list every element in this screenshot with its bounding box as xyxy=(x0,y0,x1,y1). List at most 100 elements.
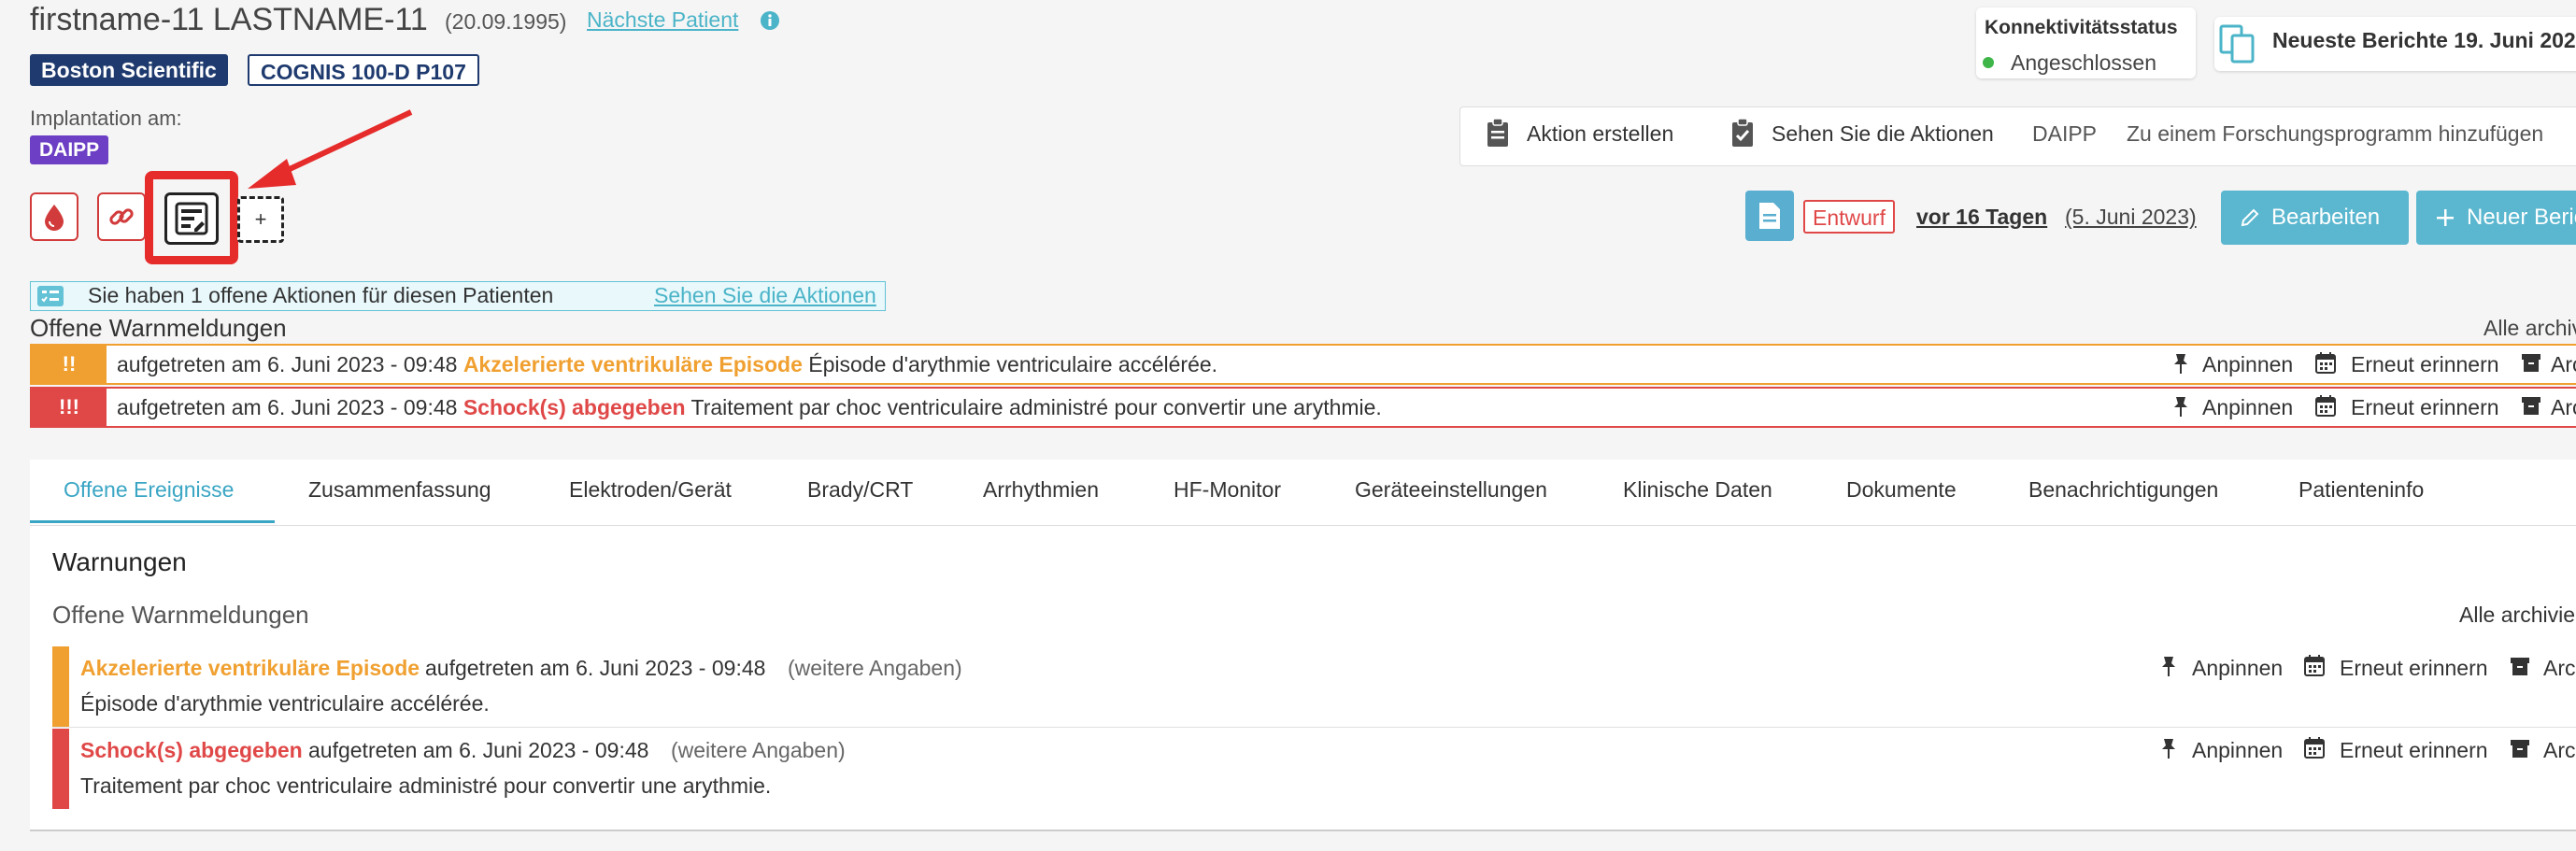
pin-button[interactable]: Anpinnen xyxy=(2202,395,2293,420)
alert-desc: Traitement par choc ventriculaire admini… xyxy=(690,395,1382,419)
pin-button[interactable]: Anpinnen xyxy=(2192,656,2283,681)
clipboard-icon xyxy=(1486,118,1510,148)
calendar-icon xyxy=(2304,736,2325,759)
pencil-icon xyxy=(2240,207,2260,228)
form-edit-icon xyxy=(174,201,209,236)
panel-archive-all-link[interactable]: Alle archivieren xyxy=(2459,603,2576,628)
patient-dob: (20.09.1995) xyxy=(445,9,567,34)
connectivity-status: Angeschlossen xyxy=(2011,50,2156,75)
connected-dot-icon xyxy=(1983,57,1994,68)
report-date-link[interactable]: (5. Juni 2023) xyxy=(2065,205,2197,230)
pin-icon xyxy=(2161,655,2176,677)
patient-name: firstname-11 LASTNAME-11 xyxy=(30,2,428,37)
archive-button[interactable]: Archivieren xyxy=(2543,656,2576,681)
event-divider xyxy=(52,727,2576,728)
edit-button[interactable]: Bearbeiten xyxy=(2221,191,2409,245)
open-actions-link[interactable]: Sehen Sie die Aktionen xyxy=(654,283,876,308)
add-research-program-button[interactable]: Zu einem Forschungsprogramm hinzufügen xyxy=(2127,121,2543,147)
event-desc: Traitement par choc ventriculaire admini… xyxy=(80,773,772,798)
add-button[interactable]: + xyxy=(237,196,284,243)
tab-documents[interactable]: Dokumente xyxy=(1846,477,1957,503)
archive-box-icon xyxy=(2521,352,2541,373)
archive-box-icon xyxy=(2510,738,2530,759)
document-icon xyxy=(1758,201,1782,231)
pin-button[interactable]: Anpinnen xyxy=(2192,738,2283,763)
view-actions-button[interactable]: Sehen Sie die Aktionen xyxy=(1772,121,1994,147)
alert-row-text: aufgetreten am 6. Juni 2023 - 09:48 Scho… xyxy=(117,395,1382,420)
alert-title: Akzelerierte ventrikuläre Episode xyxy=(463,352,803,376)
new-report-button[interactable]: Neuer Bericht xyxy=(2416,191,2576,245)
tab-open-events[interactable]: Offene Ereignisse xyxy=(64,477,234,503)
event-when: aufgetreten am 6. Juni 2023 - 09:48 xyxy=(425,656,766,680)
alerts-heading: Offene Warnmeldungen xyxy=(30,314,287,342)
report-doc-button[interactable] xyxy=(1745,191,1794,241)
clipboard-check-icon xyxy=(1730,118,1755,148)
calendar-icon xyxy=(2315,394,2336,417)
event-title: Akzelerierte ventrikuläre Episode xyxy=(80,656,420,680)
archive-box-icon xyxy=(2510,656,2530,676)
edit-button-label: Bearbeiten xyxy=(2271,205,2381,230)
archive-button[interactable]: Archivieren xyxy=(2543,738,2576,763)
event-when: aufgetreten am 6. Juni 2023 - 09:48 xyxy=(308,738,649,762)
event-desc: Épisode d'arythmie ventriculaire accélér… xyxy=(80,691,490,716)
alert-priority-badge: !! xyxy=(32,346,107,383)
study-badge: DAIPP xyxy=(30,135,109,164)
create-action-button[interactable]: Aktion erstellen xyxy=(1527,121,1673,147)
tab-hf-monitor[interactable]: HF-Monitor xyxy=(1174,477,1281,503)
info-icon[interactable] xyxy=(759,9,781,32)
remind-button[interactable]: Erneut erinnern xyxy=(2340,656,2488,681)
pin-button[interactable]: Anpinnen xyxy=(2202,352,2293,377)
calendar-icon xyxy=(2304,654,2325,676)
link-button[interactable] xyxy=(97,192,146,241)
implant-label: Implantation am: xyxy=(30,106,182,130)
pin-icon xyxy=(2173,352,2188,375)
event-severity-bar xyxy=(52,729,69,809)
annotation-arrow xyxy=(238,103,425,196)
daipp-action[interactable]: DAIPP xyxy=(2032,121,2097,147)
tab-arrhythmias[interactable]: Arrhythmien xyxy=(983,477,1099,503)
active-tab-indicator xyxy=(30,520,275,523)
pin-icon xyxy=(2161,737,2176,759)
remind-button[interactable]: Erneut erinnern xyxy=(2340,738,2488,763)
alert-when: aufgetreten am 6. Juni 2023 - 09:48 xyxy=(117,395,458,419)
device-model-tag: COGNIS 100-D P107 xyxy=(248,54,479,86)
draft-badge: Entwurf xyxy=(1803,200,1895,234)
tab-device-settings[interactable]: Geräteeinstellungen xyxy=(1355,477,1547,503)
link-icon xyxy=(107,203,135,231)
alert-when: aufgetreten am 6. Juni 2023 - 09:48 xyxy=(117,352,458,376)
blood-drop-button[interactable] xyxy=(30,192,78,241)
event-severity-bar xyxy=(52,646,69,727)
blood-drop-icon xyxy=(41,203,67,231)
tab-brady-crt[interactable]: Brady/CRT xyxy=(807,477,913,503)
remind-button[interactable]: Erneut erinnern xyxy=(2351,395,2499,420)
new-report-label: Neuer Bericht xyxy=(2467,205,2576,230)
archive-button[interactable]: Archivieren xyxy=(2551,352,2576,377)
next-patient-link[interactable]: Nächste Patient xyxy=(587,7,738,33)
report-form-button[interactable] xyxy=(164,192,219,245)
tab-clinical-data[interactable]: Klinische Daten xyxy=(1623,477,1772,503)
report-age-link[interactable]: vor 16 Tagen xyxy=(1916,205,2047,230)
event-title: Schock(s) abgegeben xyxy=(80,738,303,762)
tab-notifications[interactable]: Benachrichtigungen xyxy=(2028,477,2218,503)
latest-reports-label[interactable]: Neueste Berichte 19. Juni 2023 xyxy=(2272,28,2576,53)
tab-patient-info[interactable]: Patienteninfo xyxy=(2298,477,2424,503)
panel-title: Warnungen xyxy=(52,547,187,576)
calendar-icon xyxy=(2315,351,2336,374)
tab-summary[interactable]: Zusammenfassung xyxy=(308,477,491,503)
task-list-icon xyxy=(37,286,64,306)
archive-all-link[interactable]: Alle archivieren xyxy=(2483,316,2576,341)
alert-title: Schock(s) abgegeben xyxy=(463,395,686,419)
copy-docs-icon xyxy=(2218,23,2257,64)
archive-button[interactable]: Archivieren xyxy=(2551,395,2576,420)
archive-box-icon xyxy=(2521,395,2541,416)
remind-button[interactable]: Erneut erinnern xyxy=(2351,352,2499,377)
panel-subtitle: Offene Warnmeldungen xyxy=(52,601,309,629)
tab-leads-device[interactable]: Elektroden/Gerät xyxy=(569,477,732,503)
manufacturer-tag: Boston Scientific xyxy=(30,54,228,86)
connectivity-title: Konnektivitätsstatus xyxy=(1985,17,2178,38)
alert-desc: Épisode d'arythmie ventriculaire accélér… xyxy=(808,352,1218,376)
alert-row-text: aufgetreten am 6. Juni 2023 - 09:48 Akze… xyxy=(117,352,1217,377)
event-details-link[interactable]: (weitere Angaben) xyxy=(671,738,846,763)
pin-icon xyxy=(2173,395,2188,418)
event-details-link[interactable]: (weitere Angaben) xyxy=(788,656,962,681)
